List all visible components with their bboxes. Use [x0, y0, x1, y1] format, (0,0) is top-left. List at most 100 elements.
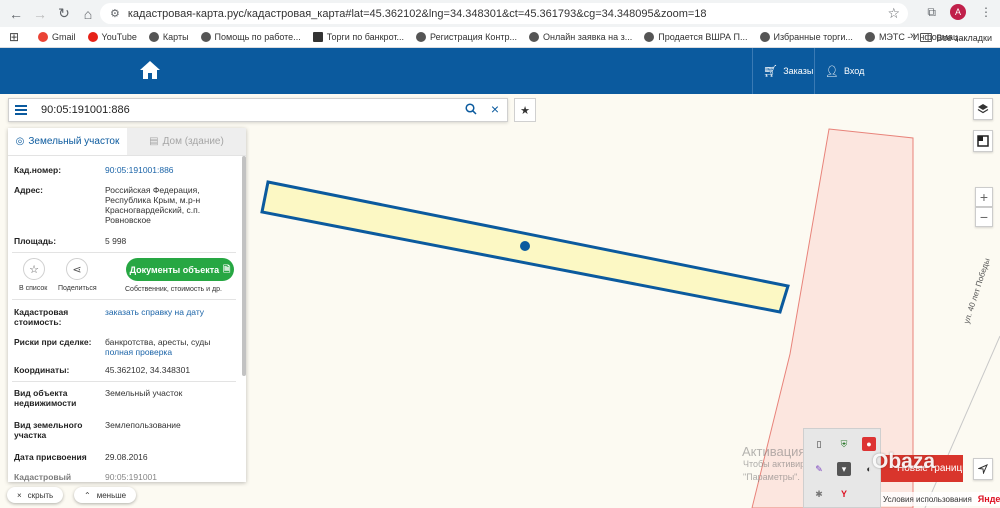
- url-text: кадастровая-карта.рус/кадастровая_карта#…: [127, 7, 707, 20]
- folder-icon: [920, 33, 933, 42]
- cad-number-label: Кад.номер:: [14, 165, 62, 175]
- record-icon[interactable]: ●: [862, 437, 876, 451]
- object-type-value: Земельный участок: [105, 388, 183, 398]
- clear-icon[interactable]: ×: [491, 101, 499, 117]
- coords-label: Координаты:: [14, 365, 70, 375]
- menu-icon[interactable]: [9, 98, 33, 122]
- favorites-star-icon[interactable]: ★: [514, 98, 536, 122]
- risks-label: Риски при сделке:: [14, 337, 92, 347]
- bookmark-item[interactable]: Продается ВШРА П...: [638, 27, 753, 47]
- search-bar: ×: [8, 98, 508, 122]
- home-browser-icon[interactable]: ⌂: [76, 2, 100, 26]
- area-value: 5 998: [105, 236, 127, 246]
- assign-date-value: 29.08.2016: [105, 452, 148, 462]
- bookmark-item[interactable]: YouTube: [82, 27, 143, 47]
- address-value: Российская Федерация, Республика Крым, м…: [105, 185, 201, 225]
- risks-value: банкротства, аресты, суды: [105, 337, 211, 347]
- favorite-label: В список: [19, 285, 48, 292]
- zoom-out-button[interactable]: −: [975, 207, 993, 227]
- terms-link[interactable]: Условия использования: [883, 495, 972, 504]
- browser-menu-icon[interactable]: ⋮: [980, 5, 992, 19]
- yandex-browser-icon[interactable]: Y: [837, 487, 851, 501]
- back-icon[interactable]: ←: [4, 2, 28, 26]
- all-bookmarks[interactable]: Все закладки: [920, 27, 992, 47]
- app-icon[interactable]: ▾: [837, 462, 851, 476]
- cart-icon: 🛒︎: [763, 64, 779, 78]
- object-type-label: Вид объекта недвижимости: [14, 388, 77, 408]
- bookmark-item[interactable]: Помощь по работе...: [195, 27, 307, 47]
- settings-icon[interactable]: ✱: [812, 487, 826, 501]
- layers-icon: [977, 104, 989, 114]
- parcel-center-marker[interactable]: [520, 241, 530, 251]
- extensions-icon[interactable]: ⧉: [927, 5, 936, 20]
- overlay-logo: Obaza: [872, 450, 936, 473]
- geolocate-button[interactable]: [973, 458, 993, 480]
- full-check-link[interactable]: полная проверка: [105, 347, 234, 357]
- share-button[interactable]: ⋖: [66, 258, 88, 280]
- panel-scrollbar[interactable]: [242, 156, 246, 376]
- chevron-up-icon: ⌃: [84, 490, 91, 500]
- globe-icon: [528, 32, 539, 42]
- more-bookmarks-icon[interactable]: »: [910, 30, 916, 42]
- site-info-icon[interactable]: ⚙: [110, 7, 120, 20]
- system-tray-popup: ▯ ⛨ ● ✎ ▾ ◐ ✱ Y: [803, 428, 881, 508]
- bookmark-item[interactable]: Избранные торги...: [754, 27, 859, 47]
- gmail-icon: [38, 32, 48, 42]
- zoom-in-button[interactable]: +: [975, 187, 993, 207]
- bookmarks-bar: ⊞ Gmail YouTube Карты Помощь по работе..…: [0, 27, 1000, 48]
- globe-icon: [644, 32, 655, 42]
- map-type-icon: [977, 135, 989, 147]
- apps-grid-icon[interactable]: ⊞: [0, 30, 28, 44]
- close-icon: ×: [17, 490, 22, 500]
- orders-button[interactable]: 🛒︎ Заказы: [752, 48, 814, 94]
- plot-type-value: Землепользование: [105, 420, 181, 430]
- shield-icon[interactable]: ⛨: [837, 437, 851, 451]
- documents-subtitle: Собственник, стоимость и др.: [125, 286, 222, 293]
- home-icon[interactable]: [139, 60, 161, 80]
- favorite-button[interactable]: ☆: [23, 258, 45, 280]
- map-type-button[interactable]: [973, 130, 993, 152]
- hide-panel-button[interactable]: × скрыть: [7, 487, 64, 503]
- share-label: Поделиться: [58, 285, 97, 292]
- address-label: Адрес:: [14, 185, 43, 195]
- reload-icon[interactable]: ↻: [52, 2, 76, 26]
- search-input[interactable]: [33, 100, 453, 120]
- area-label: Площадь:: [14, 236, 57, 246]
- bookmark-item[interactable]: Торги по банкрот...: [307, 27, 410, 47]
- user-icon: 👤︎: [825, 65, 839, 78]
- site-icon: [312, 32, 323, 42]
- pen-icon[interactable]: ✎: [812, 462, 826, 476]
- youtube-icon: [87, 32, 98, 42]
- tab-land-plot[interactable]: ◎ Земельный участок: [8, 128, 127, 155]
- cost-link[interactable]: заказать справку на дату: [105, 307, 234, 329]
- phone-icon[interactable]: ▯: [812, 437, 826, 451]
- documents-button[interactable]: Документы объекта 🗎︎: [126, 258, 234, 281]
- forward-icon[interactable]: →: [28, 2, 52, 26]
- bookmark-item[interactable]: Регистрация Контр...: [410, 27, 523, 47]
- assign-date-label: Дата присвоения: [14, 452, 87, 462]
- search-icon[interactable]: [465, 103, 477, 115]
- building-icon: ▤: [149, 136, 159, 147]
- location-arrow-icon: [978, 464, 988, 474]
- bookmark-item[interactable]: Gmail: [28, 27, 82, 47]
- tab-building[interactable]: ▤ Дом (здание): [127, 128, 246, 155]
- layers-button[interactable]: [973, 98, 993, 120]
- cad-number-value[interactable]: 90:05:191001:886: [105, 165, 234, 179]
- bookmark-star-icon[interactable]: ☆: [887, 5, 900, 22]
- action-row: ☆ В список ⋖ Поделиться Документы объект…: [8, 253, 240, 299]
- yandex-logo[interactable]: Яндекс: [978, 494, 1000, 504]
- less-button[interactable]: ⌃ меньше: [74, 487, 137, 503]
- extra-label: Кадастровый: [14, 472, 72, 482]
- location-icon: ◎: [15, 136, 25, 147]
- panel-body: Кад.номер: 90:05:191001:886 Адрес: Росси…: [8, 157, 240, 482]
- cost-label: Кадастровая стоимость:: [14, 307, 69, 327]
- globe-icon: [416, 32, 426, 42]
- profile-avatar[interactable]: A: [950, 4, 966, 20]
- map-attribution: Условия использования Яндекс: [881, 492, 1000, 506]
- url-bar[interactable]: ⚙ кадастровая-карта.рус/кадастровая_карт…: [100, 3, 908, 24]
- bookmark-item[interactable]: Онлайн заявка на з...: [523, 27, 638, 47]
- globe-icon: [200, 32, 211, 42]
- panel-tabs: ◎ Земельный участок ▤ Дом (здание): [8, 128, 246, 156]
- bookmark-item[interactable]: Карты: [143, 27, 195, 47]
- login-button[interactable]: 👤︎ Вход: [814, 48, 866, 94]
